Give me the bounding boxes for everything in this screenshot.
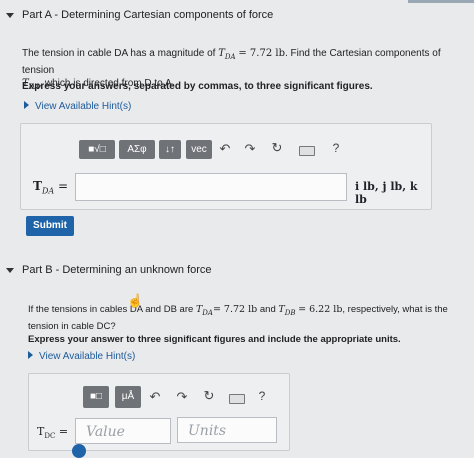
part-a-answer-panel: ■√□ ΑΣφ ↓↑ vec ↶ ↷ ↻ ? TDA = i lb, j lb,… bbox=[20, 123, 432, 210]
tension-symbol: TDA bbox=[218, 48, 236, 61]
vec-button[interactable]: vec bbox=[186, 140, 212, 159]
part-b-problem-text-1: If the tensions in cables DA and DB are bbox=[28, 304, 196, 315]
keyboard-icon[interactable] bbox=[299, 146, 315, 156]
arrows-button[interactable]: ↓↑ bbox=[159, 140, 181, 159]
part-b-and: and bbox=[257, 304, 279, 315]
part-b-instruction: Express your answer to three significant… bbox=[28, 334, 401, 345]
part-a-units: i lb, j lb, k lb bbox=[355, 180, 418, 206]
tdb-value: = 6.22 lb bbox=[298, 304, 343, 315]
part-b-hints-label: View Available Hint(s) bbox=[39, 351, 136, 362]
part-a-answer-input[interactable] bbox=[75, 173, 347, 201]
part-a-instruction: Express your answers, separated by comma… bbox=[22, 81, 373, 92]
redo-icon-b[interactable]: ↷ bbox=[174, 389, 190, 405]
top-bar-line bbox=[408, 0, 474, 3]
tdb-symbol: TDB bbox=[278, 304, 296, 317]
templates-button[interactable]: ■√□ bbox=[79, 140, 115, 159]
tension-value: = 7.72 lb bbox=[238, 48, 285, 59]
part-a-hints-link[interactable]: View Available Hint(s) bbox=[24, 101, 131, 112]
part-a-input-label: TDA = bbox=[33, 179, 69, 196]
help-button-b[interactable]: ? bbox=[255, 389, 269, 403]
part-a-problem-text-1: The tension in cable DA has a magnitude … bbox=[22, 48, 219, 59]
units-input[interactable]: Units bbox=[177, 417, 277, 443]
tda-symbol: TDA bbox=[195, 304, 213, 317]
part-b-problem: If the tensions in cables DA and DB are … bbox=[28, 303, 472, 333]
part-b-title: Part B - Determining an unknown force bbox=[22, 264, 212, 276]
part-b-hints-link[interactable]: View Available Hint(s) bbox=[28, 351, 135, 362]
reset-icon[interactable]: ↻ bbox=[269, 140, 285, 156]
undo-icon-b[interactable]: ↶ bbox=[147, 389, 163, 405]
part-a-title: Part A - Determining Cartesian component… bbox=[22, 9, 274, 21]
part-b-input-label: TDC = bbox=[37, 425, 69, 441]
value-input[interactable]: Value bbox=[75, 418, 171, 444]
symbols-button[interactable]: ΑΣφ bbox=[119, 140, 155, 159]
submit-button[interactable]: Submit bbox=[26, 216, 74, 236]
tda-value: = 7.72 lb bbox=[212, 304, 258, 315]
templates-button-b[interactable]: ■□ bbox=[83, 386, 109, 408]
redo-icon[interactable]: ↷ bbox=[242, 141, 258, 157]
part-b-problem-text-2: , respectively, what is the bbox=[342, 304, 448, 315]
help-button[interactable]: ? bbox=[329, 141, 343, 155]
hand-cursor-icon: ☝ bbox=[127, 293, 144, 308]
units-button[interactable]: μÅ bbox=[115, 386, 141, 408]
collapse-part-a-icon[interactable] bbox=[6, 13, 14, 18]
part-a-hints-label: View Available Hint(s) bbox=[35, 101, 132, 112]
undo-icon[interactable]: ↶ bbox=[217, 141, 233, 157]
collapse-part-b-icon[interactable] bbox=[6, 268, 14, 273]
bottom-partial-icon bbox=[72, 444, 86, 458]
reset-icon-b[interactable]: ↻ bbox=[201, 388, 217, 404]
part-b-problem-text-3: tension in cable DC? bbox=[28, 320, 116, 332]
keyboard-icon-b[interactable] bbox=[229, 394, 245, 404]
expand-hints-icon bbox=[24, 101, 29, 109]
expand-hints-icon-b bbox=[28, 351, 33, 359]
